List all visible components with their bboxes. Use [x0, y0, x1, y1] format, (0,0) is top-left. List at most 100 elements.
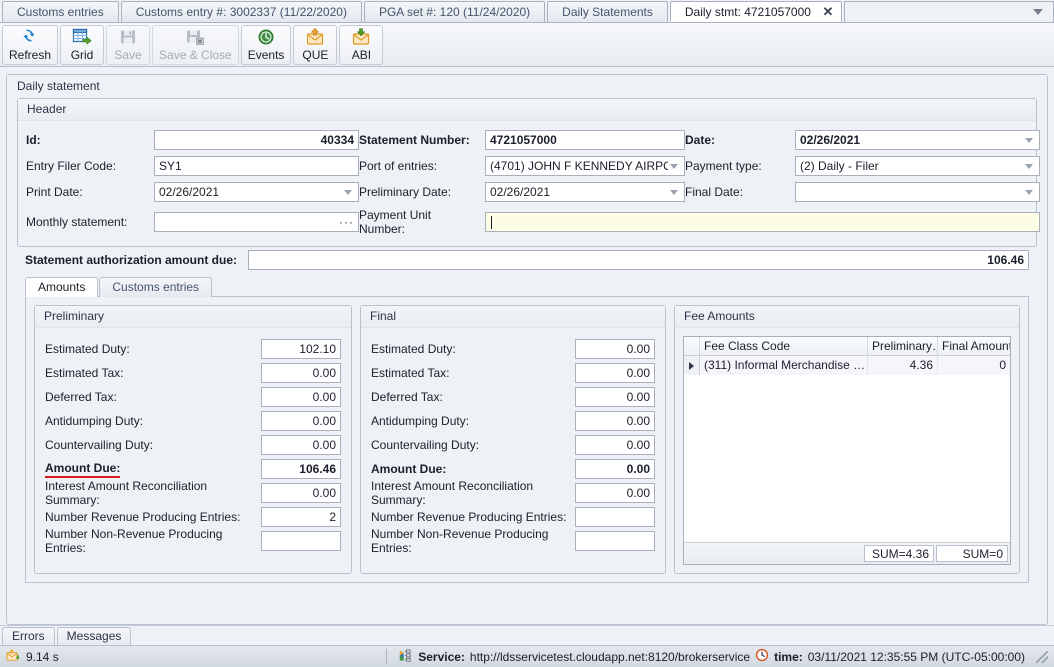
document-tab-daily-statements[interactable]: Daily Statements [547, 1, 668, 22]
preliminary-row-estimated-tax: Estimated Tax: 0.00 [45, 361, 341, 385]
preliminary-amount-due-field[interactable]: 106.46 [261, 459, 341, 479]
monthly-statement-field[interactable]: ··· [154, 212, 359, 232]
save-button[interactable]: Save [106, 25, 151, 65]
final-estimated-tax-field[interactable]: 0.00 [575, 363, 655, 383]
chevron-down-icon[interactable] [668, 157, 680, 175]
payment-unit-number-label: Payment Unit Number: [359, 208, 432, 236]
preliminary-interest-reconciliation-field[interactable]: 0.00 [261, 483, 341, 503]
save-and-close-icon [185, 27, 205, 47]
events-button[interactable]: Events [240, 25, 292, 65]
port-of-entries-field[interactable]: (4701) JOHN F KENNEDY AIRPORT [485, 156, 685, 176]
service-label: Service: [418, 649, 465, 664]
document-tab-customs-entries[interactable]: Customs entries [2, 1, 119, 22]
preliminary-row-estimated-duty: Estimated Duty: 102.10 [45, 337, 341, 361]
cell-fee-class-code[interactable]: (311) Informal Merchandise … [700, 356, 868, 375]
final-countervailing-duty-field[interactable]: 0.00 [575, 435, 655, 455]
button-label: Save & Close [159, 48, 232, 62]
table-row[interactable]: (311) Informal Merchandise … 4.36 0 [684, 356, 1010, 375]
final-antidumping-duty-field[interactable]: 0.00 [575, 411, 655, 431]
save-icon [118, 27, 138, 47]
preliminary-revenue-entries-field[interactable]: 2 [261, 507, 341, 527]
tab-amounts[interactable]: Amounts [25, 277, 99, 297]
envelope-up-icon [305, 27, 325, 47]
print-date-label: Print Date: [26, 185, 83, 199]
grid-header-final-amounts[interactable]: Final Amounts [938, 337, 1010, 355]
chevron-down-icon[interactable] [342, 183, 354, 201]
entry-filer-code-field[interactable]: SY1 [154, 156, 359, 176]
grid-empty-area[interactable] [684, 375, 1010, 542]
final-row-deferred-tax: Deferred Tax: 0.00 [371, 385, 655, 409]
close-icon[interactable]: ✕ [821, 5, 835, 19]
payment-type-field[interactable]: (2) Daily - Filer [795, 156, 1040, 176]
chevron-down-icon[interactable] [1033, 9, 1043, 15]
document-tab-pga-set[interactable]: PGA set #: 120 (11/24/2020) [363, 1, 546, 22]
final-row-non-revenue-entries: Number Non-Revenue Producing Entries: [371, 527, 655, 555]
fee-amounts-grid[interactable]: Fee Class Code Preliminary… Final Amount… [683, 336, 1011, 565]
daily-statement-content: Header Id: 40334 Statement Number: 47210… [7, 98, 1047, 624]
chevron-down-icon[interactable] [668, 183, 680, 201]
tab-label: PGA set #: 120 (11/24/2020) [378, 5, 531, 19]
cell-preliminary-amount[interactable]: 4.36 [868, 356, 938, 375]
page-title: Daily statement [7, 75, 1047, 98]
statement-authorization-field[interactable]: 106.46 [248, 250, 1029, 270]
main-toolbar: Refresh Grid Save Save & Close Events QU… [0, 23, 1054, 67]
preliminary-date-field[interactable]: 02/26/2021 [485, 182, 685, 202]
preliminary-row-countervailing-duty: Countervailing Duty: 0.00 [45, 433, 341, 457]
preliminary-amount-due-label: Amount Due: [45, 461, 121, 478]
preliminary-row-amount-due: Amount Due: 106.46 [45, 457, 341, 481]
final-amount-due-field[interactable]: 0.00 [575, 459, 655, 479]
ellipsis-browse-icon[interactable]: ··· [335, 213, 354, 231]
tab-label: Customs entry #: 3002337 (11/22/2020) [135, 5, 347, 19]
grid-button[interactable]: Grid [60, 25, 105, 65]
final-row-interest-reconciliation: Interest Amount Reconciliation Summary: 0… [371, 479, 655, 507]
refresh-button[interactable]: Refresh [2, 25, 59, 65]
preliminary-estimated-tax-field[interactable]: 0.00 [261, 363, 341, 383]
button-label: QUE [302, 48, 329, 62]
date-field[interactable]: 02/26/2021 [795, 130, 1040, 150]
tab-messages[interactable]: Messages [56, 627, 132, 645]
final-revenue-entries-field[interactable] [575, 507, 655, 527]
preliminary-antidumping-duty-field[interactable]: 0.00 [261, 411, 341, 431]
port-of-entries-label: Port of entries: [359, 159, 438, 173]
tab-customs-entries[interactable]: Customs entries [99, 277, 213, 297]
chevron-down-icon[interactable] [1023, 183, 1035, 201]
summary-preliminary-sum: SUM=4.36 [864, 545, 934, 562]
final-estimated-duty-field[interactable]: 0.00 [575, 339, 655, 359]
final-non-revenue-entries-field[interactable] [575, 531, 655, 551]
cell-final-amount[interactable]: 0 [938, 356, 1010, 375]
date-label: Date: [685, 133, 716, 147]
preliminary-non-revenue-entries-field[interactable] [261, 531, 341, 551]
amounts-tab-page: Preliminary Estimated Duty: 102.10 Estima… [25, 296, 1029, 583]
save-and-close-button[interactable]: Save & Close [152, 25, 239, 65]
preliminary-deferred-tax-field[interactable]: 0.00 [261, 387, 341, 407]
final-date-field[interactable] [795, 182, 1040, 202]
grid-header-indicator [684, 337, 700, 355]
button-label: Save [114, 48, 142, 62]
envelope-down-icon [351, 27, 371, 47]
button-label: Grid [70, 48, 94, 62]
grid-header-preliminary[interactable]: Preliminary… [868, 337, 938, 355]
statement-number-field[interactable]: 4721057000 [485, 130, 685, 150]
final-panel: Final Estimated Duty: 0.00 Estimated Tax:… [360, 305, 666, 574]
grid-icon [72, 27, 92, 47]
resize-grip-icon[interactable] [1036, 650, 1048, 663]
document-tab-daily-stmt-active[interactable]: Daily stmt: 4721057000 ✕ [669, 1, 842, 22]
abi-button[interactable]: ABI [339, 25, 384, 65]
final-rows: Estimated Duty: 0.00 Estimated Tax: 0.00 D… [361, 328, 665, 555]
chevron-down-icon[interactable] [1023, 157, 1035, 175]
final-deferred-tax-field[interactable]: 0.00 [575, 387, 655, 407]
preliminary-estimated-duty-field[interactable]: 102.10 [261, 339, 341, 359]
id-field[interactable]: 40334 [154, 130, 359, 150]
que-button[interactable]: QUE [293, 25, 338, 65]
document-tab-customs-entry[interactable]: Customs entry #: 3002337 (11/22/2020) [120, 1, 362, 22]
chevron-down-icon[interactable] [1023, 131, 1035, 149]
bottom-tab-strip: Errors Messages [0, 625, 1054, 645]
tab-label: Daily Statements [562, 5, 653, 19]
final-row-revenue-entries: Number Revenue Producing Entries: [371, 505, 655, 529]
grid-header-fee-class-code[interactable]: Fee Class Code [700, 337, 868, 355]
preliminary-countervailing-duty-field[interactable]: 0.00 [261, 435, 341, 455]
payment-unit-number-field[interactable] [485, 212, 1040, 232]
final-interest-reconciliation-field[interactable]: 0.00 [575, 483, 655, 503]
tab-errors[interactable]: Errors [2, 627, 55, 645]
print-date-field[interactable]: 02/26/2021 [154, 182, 359, 202]
